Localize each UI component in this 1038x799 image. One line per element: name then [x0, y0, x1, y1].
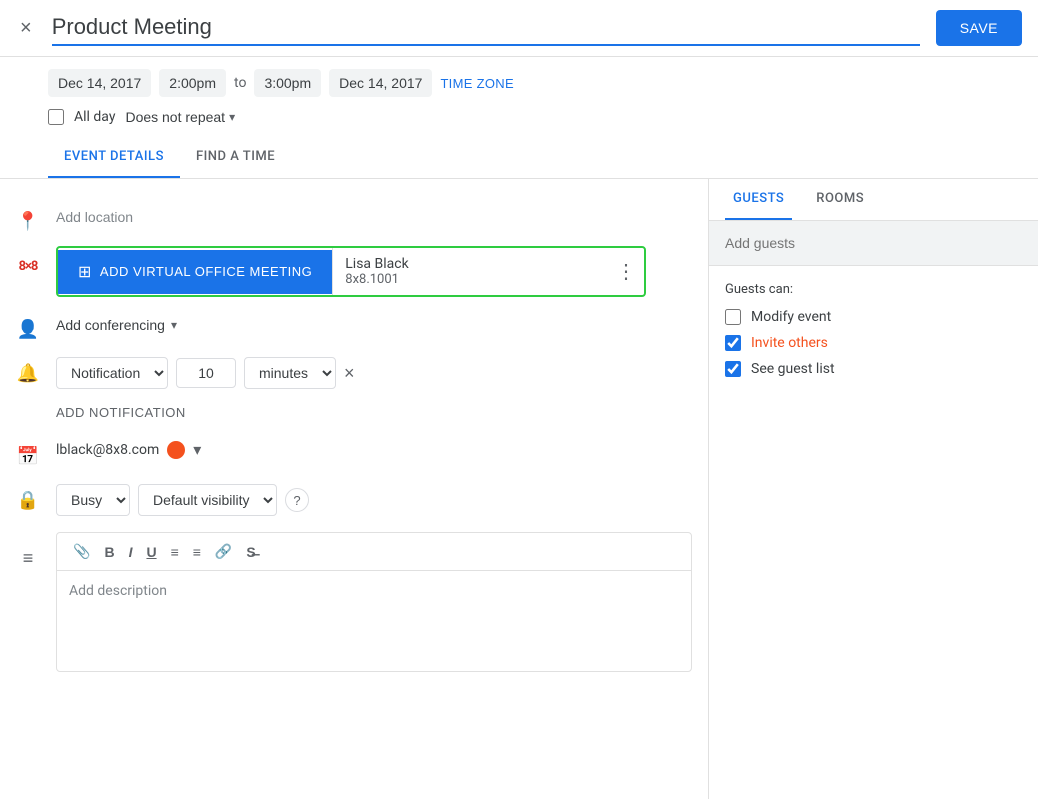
invite-others-permission: Invite others: [725, 335, 1022, 351]
bold-button[interactable]: B: [98, 540, 120, 564]
busy-select[interactable]: Busy: [56, 484, 130, 516]
calendar-content: lblack@8x8.com ▾: [56, 436, 692, 464]
location-icon: 📍: [16, 209, 40, 233]
conferencing-chevron-icon: ▾: [171, 318, 177, 332]
notification-unit-select[interactable]: minutes: [244, 357, 336, 389]
guests-can-section: Guests can: Modify event Invite others S…: [709, 266, 1038, 403]
description-content: 📎 B I U ≡ ≡ 🔗 S̶ Add description: [56, 532, 692, 672]
repeat-chevron-icon: ▾: [229, 110, 235, 124]
virtual-meeting-container: ⊞ ADD VIRTUAL OFFICE MEETING Lisa Black …: [56, 246, 646, 297]
main-layout: 📍 8×8 ⊞ ADD VIRTUAL OFFICE MEETING Lisa …: [0, 179, 1038, 799]
attachment-button[interactable]: 📎: [67, 539, 96, 564]
calendar-icon: 📅: [16, 444, 40, 468]
add-virtual-meeting-button[interactable]: ⊞ ADD VIRTUAL OFFICE MEETING: [58, 250, 332, 294]
notification-controls: Notification minutes ×: [56, 353, 692, 393]
location-content: [56, 201, 692, 234]
invite-others-label: Invite others: [751, 335, 828, 351]
location-row: 📍: [0, 195, 708, 240]
notification-type-select[interactable]: Notification: [56, 357, 168, 389]
start-time-button[interactable]: 2:00pm: [159, 69, 226, 97]
conferencing-row: 👤 Add conferencing ▾: [0, 303, 708, 347]
timezone-button[interactable]: TIME ZONE: [440, 76, 513, 91]
calendar-dropdown-button[interactable]: ▾: [193, 440, 201, 460]
status-row: 🔒 Busy Default visibility ?: [0, 474, 708, 526]
conferencing-content: Add conferencing ▾: [56, 309, 692, 341]
grid-icon: ⊞: [78, 262, 92, 282]
add-conferencing-button[interactable]: Add conferencing ▾: [56, 309, 177, 341]
italic-button[interactable]: I: [123, 540, 139, 564]
strikethrough-button[interactable]: S̶: [240, 540, 261, 564]
modify-event-permission: Modify event: [725, 309, 1022, 325]
8x8-icon: 8×8: [16, 254, 40, 278]
modify-event-checkbox[interactable]: [725, 309, 741, 325]
conferencing-icon: 👤: [16, 317, 40, 341]
location-input[interactable]: [56, 201, 692, 234]
right-tabs: GUESTS ROOMS: [709, 179, 1038, 221]
to-label: to: [234, 75, 246, 91]
allday-checkbox[interactable]: [48, 109, 64, 125]
datetime-row: Dec 14, 2017 2:00pm to 3:00pm Dec 14, 20…: [0, 57, 1038, 105]
conferencing-label: Add conferencing: [56, 317, 165, 333]
meeting-id: 8x8.1001: [345, 272, 596, 287]
meeting-more-button[interactable]: ⋮: [608, 251, 644, 292]
event-title-input[interactable]: [52, 10, 920, 46]
close-button[interactable]: ×: [16, 13, 36, 44]
virtual-meeting-content: ⊞ ADD VIRTUAL OFFICE MEETING Lisa Black …: [56, 246, 692, 297]
virtual-meeting-row: 8×8 ⊞ ADD VIRTUAL OFFICE MEETING Lisa Bl…: [0, 240, 708, 303]
invite-others-checkbox[interactable]: [725, 335, 741, 351]
underline-button[interactable]: U: [140, 540, 162, 564]
top-bar: × SAVE: [0, 0, 1038, 57]
calendar-row: 📅 lblack@8x8.com ▾: [0, 430, 708, 474]
tab-find-a-time[interactable]: FIND A TIME: [180, 137, 291, 178]
description-input[interactable]: Add description: [57, 571, 691, 671]
description-editor: 📎 B I U ≡ ≡ 🔗 S̶ Add description: [56, 532, 692, 672]
meeting-name: Lisa Black: [345, 256, 596, 272]
see-guest-list-label: See guest list: [751, 361, 835, 377]
see-guest-list-checkbox[interactable]: [725, 361, 741, 377]
visibility-select[interactable]: Default visibility: [138, 484, 277, 516]
calendar-controls: lblack@8x8.com ▾: [56, 436, 692, 464]
meeting-info: Lisa Black 8x8.1001: [332, 248, 608, 295]
see-guest-list-permission: See guest list: [725, 361, 1022, 377]
notification-row: 🔔 Notification minutes × ADD NOTIFICATIO…: [0, 347, 708, 430]
calendar-color-dot: [167, 441, 185, 459]
description-toolbar: 📎 B I U ≡ ≡ 🔗 S̶: [57, 533, 691, 571]
right-panel: GUESTS ROOMS Guests can: Modify event In…: [708, 179, 1038, 799]
add-guests-input[interactable]: [709, 221, 1038, 266]
start-date-button[interactable]: Dec 14, 2017: [48, 69, 151, 97]
status-controls: Busy Default visibility ?: [56, 480, 692, 520]
notification-value-input[interactable]: [176, 358, 236, 388]
tab-event-details[interactable]: EVENT DETAILS: [48, 137, 180, 178]
help-button[interactable]: ?: [285, 488, 309, 512]
tab-guests[interactable]: GUESTS: [725, 179, 792, 220]
notification-content: Notification minutes × ADD NOTIFICATION: [56, 353, 692, 424]
add-notification-button[interactable]: ADD NOTIFICATION: [56, 401, 186, 424]
modify-event-label: Modify event: [751, 309, 831, 325]
unordered-list-button[interactable]: ≡: [187, 540, 207, 564]
tab-rooms[interactable]: ROOMS: [808, 179, 872, 220]
repeat-label: Does not repeat: [125, 109, 225, 125]
virtual-meeting-label: ADD VIRTUAL OFFICE MEETING: [100, 264, 312, 279]
save-button[interactable]: SAVE: [936, 10, 1022, 46]
ordered-list-button[interactable]: ≡: [165, 540, 185, 564]
notification-clear-button[interactable]: ×: [344, 363, 355, 384]
guests-can-title: Guests can:: [725, 282, 1022, 297]
notification-icon: 🔔: [16, 361, 40, 385]
main-tabs: EVENT DETAILS FIND A TIME: [48, 137, 1038, 178]
description-row: ≡ 📎 B I U ≡ ≡ 🔗 S̶ Add description: [0, 526, 708, 678]
tabs-area: EVENT DETAILS FIND A TIME: [0, 137, 1038, 179]
end-date-button[interactable]: Dec 14, 2017: [329, 69, 432, 97]
end-time-button[interactable]: 3:00pm: [254, 69, 321, 97]
repeat-button[interactable]: Does not repeat ▾: [125, 109, 235, 125]
description-icon: ≡: [16, 546, 40, 570]
allday-row: All day Does not repeat ▾: [0, 105, 1038, 137]
status-content: Busy Default visibility ?: [56, 480, 692, 520]
left-panel: 📍 8×8 ⊞ ADD VIRTUAL OFFICE MEETING Lisa …: [0, 179, 708, 799]
link-button[interactable]: 🔗: [209, 539, 238, 564]
allday-label: All day: [74, 109, 115, 125]
lock-icon: 🔒: [16, 488, 40, 512]
calendar-email: lblack@8x8.com: [56, 442, 159, 458]
